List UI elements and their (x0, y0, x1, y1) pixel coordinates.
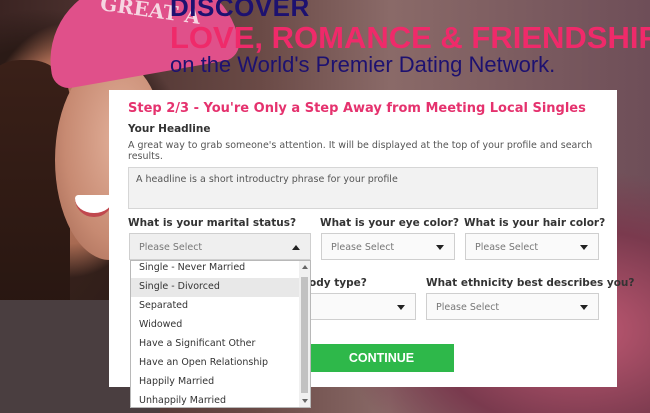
dropdown-option-unhappily-married[interactable]: Unhappily Married (131, 392, 300, 407)
scroll-up-icon[interactable] (302, 265, 308, 269)
ethnicity-select[interactable]: Please Select (426, 293, 599, 320)
ethnicity-value: Please Select (436, 302, 500, 313)
eye-color-label: What is your eye color? (320, 217, 459, 229)
headline-love: LOVE, ROMANCE & FRIENDSHIP (170, 20, 650, 55)
headline-label: Your Headline (128, 123, 211, 135)
chevron-down-icon (397, 305, 405, 310)
chevron-down-icon (580, 245, 588, 250)
hair-color-label: What is your hair color? (464, 217, 606, 229)
marital-status-value: Please Select (139, 242, 203, 253)
dropdown-option-open-relationship[interactable]: Have an Open Relationship (131, 354, 300, 373)
marital-status-select[interactable]: Please Select (129, 233, 311, 260)
hair-color-value: Please Select (475, 242, 539, 253)
chevron-up-icon (292, 245, 300, 250)
ethnicity-label: What ethnicity best describes you? (426, 277, 635, 289)
eye-color-value: Please Select (331, 242, 395, 253)
hero-headline: DISCOVER LOVE, ROMANCE & FRIENDSHIP on t… (170, 0, 650, 76)
continue-button[interactable]: CONTINUE (309, 344, 454, 372)
scroll-down-icon[interactable] (302, 399, 308, 403)
chevron-down-icon (580, 305, 588, 310)
eye-color-select[interactable]: Please Select (321, 233, 455, 260)
headline-textarea[interactable]: A headline is a short introductry phrase… (128, 167, 598, 209)
headline-hint: A great way to grab someone's attention.… (128, 140, 593, 162)
body-type-label: ody type? (309, 277, 367, 289)
dropdown-scrollbar[interactable] (299, 261, 310, 407)
marital-status-label: What is your marital status? (128, 217, 297, 229)
headline-network: on the World's Premier Dating Network. (170, 52, 556, 77)
hair-color-select[interactable]: Please Select (465, 233, 599, 260)
step-title: Step 2/3 - You're Only a Step Away from … (128, 101, 586, 116)
dropdown-option-widowed[interactable]: Widowed (131, 316, 300, 335)
dropdown-option-single-divorced[interactable]: Single - Divorced (131, 278, 300, 297)
dropdown-option-happily-married[interactable]: Happily Married (131, 373, 300, 392)
marital-status-dropdown[interactable]: Single - Never Married Single - Divorced… (130, 260, 311, 408)
dropdown-option-separated[interactable]: Separated (131, 297, 300, 316)
headline-discover: DISCOVER (170, 0, 310, 22)
chevron-down-icon (436, 245, 444, 250)
dropdown-option-significant-other[interactable]: Have a Significant Other (131, 335, 300, 354)
dropdown-option-single-never-married[interactable]: Single - Never Married (131, 261, 300, 278)
scrollbar-thumb[interactable] (301, 277, 308, 393)
